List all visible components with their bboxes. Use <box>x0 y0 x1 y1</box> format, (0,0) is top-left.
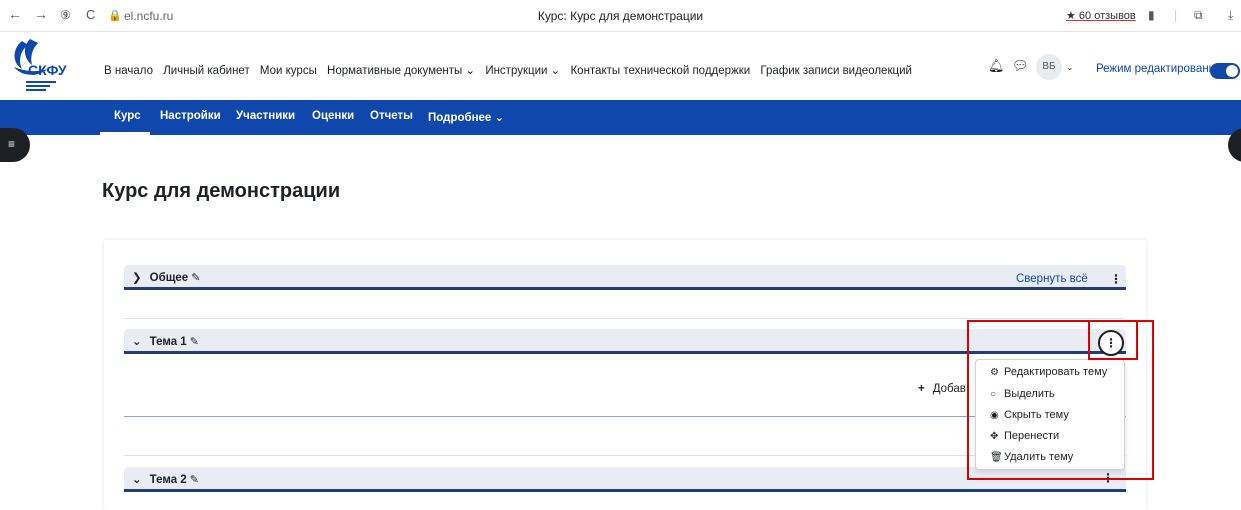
section-topic-2[interactable]: ⌄ Тема 2 ✎ ⋮ <box>124 467 1126 492</box>
menu-highlight[interactable]: ○ Выделить <box>990 388 1055 400</box>
tab-more[interactable]: Подробнее ⌄ <box>428 110 504 124</box>
page-tab-title: Курс: Курс для демонстрации <box>537 9 704 23</box>
nav-video-schedule[interactable]: График записи видеолекций <box>760 65 912 77</box>
nav-regulations[interactable]: Нормативные документы ⌄ <box>327 65 475 77</box>
menu-edit-topic[interactable]: ⚙ Редактировать тему <box>990 366 1107 378</box>
gear-icon: ⚙ <box>990 367 999 378</box>
menu-hide-topic[interactable]: ◉ Скрыть тему <box>990 409 1069 421</box>
bell-icon[interactable]: 🔔︎ <box>988 58 1005 74</box>
circle-icon: ○ <box>990 389 997 400</box>
nav-my-courses[interactable]: Мои курсы <box>260 65 317 77</box>
pencil-icon[interactable]: ✎ <box>190 336 199 348</box>
section-title[interactable]: Тема 2 <box>150 474 187 486</box>
reload-button[interactable]: C <box>86 7 95 22</box>
page-title: Курс для демонстрации <box>102 180 341 202</box>
reviews-link[interactable]: ★ 60 отзывов <box>1066 9 1136 22</box>
kebab-icon[interactable]: ⋮ <box>1102 471 1114 485</box>
nav-instructions[interactable]: Инструкции ⌄ <box>485 65 560 77</box>
tab-settings[interactable]: Настройки <box>160 110 221 122</box>
tab-course[interactable]: Курс <box>114 110 141 122</box>
tab-reports[interactable]: Отчеты <box>370 110 413 122</box>
logo-text: СКФУ <box>28 62 67 78</box>
section-actions-dropdown: ⚙ Редактировать тему ○ Выделить ◉ Скрыть те… <box>975 359 1125 470</box>
move-icon: ✥ <box>990 431 999 442</box>
nav-support-contacts[interactable]: Контакты технической поддержки <box>570 65 750 77</box>
university-logo[interactable]: СКФУ <box>8 37 80 95</box>
plus-icon: + <box>918 383 925 395</box>
browser-toolbar: ← → ⑨ C 🔒 el.ncfu.ru Курс: Курс для демо… <box>0 0 1241 32</box>
menu-move[interactable]: ✥ Перенести <box>990 430 1059 442</box>
section-general[interactable]: ❯ Общее ✎ <box>124 265 1126 290</box>
course-index-drawer-toggle[interactable]: ≡ <box>0 128 30 162</box>
section-title[interactable]: Тема 1 <box>150 336 187 348</box>
chevron-down-icon[interactable]: ⌄ <box>132 336 142 348</box>
forward-button[interactable]: → <box>34 6 48 22</box>
pencil-icon[interactable]: ✎ <box>191 272 200 284</box>
eye-icon: ◉ <box>990 410 999 421</box>
back-button[interactable]: ← <box>8 6 22 22</box>
chevron-right-icon[interactable]: ❯ <box>132 272 142 284</box>
tab-grades[interactable]: Оценки <box>312 110 354 122</box>
course-secondary-navigation: Курс Настройки Участники Оценки Отчеты П… <box>0 100 1241 135</box>
active-tab-indicator <box>100 132 150 135</box>
download-icon[interactable]: ⤓ <box>1228 8 1233 23</box>
messages-icon[interactable]: 💬︎ <box>1012 58 1029 74</box>
site-header: СКФУ В начало Личный кабинет Мои курсы Н… <box>0 32 1241 100</box>
chevron-down-icon[interactable]: ⌄ <box>132 474 142 486</box>
section-actions-menu-button[interactable]: ⋮ <box>1098 330 1124 356</box>
tab-participants[interactable]: Участники <box>236 110 295 122</box>
nav-home[interactable]: В начало <box>104 65 153 77</box>
nav-dashboard[interactable]: Личный кабинет <box>163 65 250 77</box>
address-bar[interactable]: el.ncfu.ru <box>124 9 173 23</box>
main-navigation: В начало Личный кабинет Мои курсы Нормат… <box>104 63 919 77</box>
trash-icon: 🗑︎ <box>990 452 1003 463</box>
add-activity-button[interactable]: + Добав <box>918 383 966 395</box>
bookmark-icon[interactable]: ▮ <box>1148 8 1155 22</box>
user-avatar[interactable]: ВБ <box>1036 54 1062 80</box>
section-topic-1[interactable]: ⌄ Тема 1 ✎ <box>124 329 1126 354</box>
menu-delete-topic[interactable]: 🗑︎Удалить тему <box>990 451 1073 463</box>
edit-mode-toggle[interactable] <box>1210 63 1240 79</box>
list-icon: ≡ <box>8 137 16 151</box>
share-icon[interactable]: ⧉ <box>1194 8 1203 23</box>
pencil-icon[interactable]: ✎ <box>190 474 199 486</box>
collapse-all-link[interactable]: Свернуть всё <box>1016 273 1088 285</box>
chevron-down-icon[interactable]: ⌄ <box>1066 62 1074 73</box>
divider <box>124 318 1126 319</box>
lock-icon: 🔒 <box>108 10 122 22</box>
separator: | <box>1174 8 1178 22</box>
section-title[interactable]: Общее <box>150 272 189 284</box>
add-activity-label: Добав <box>932 383 966 395</box>
edit-mode-label: Режим редактирования <box>1096 63 1222 75</box>
kebab-icon[interactable]: ⋮ <box>1110 272 1122 286</box>
extension-icon[interactable]: ⑨ <box>60 8 71 22</box>
